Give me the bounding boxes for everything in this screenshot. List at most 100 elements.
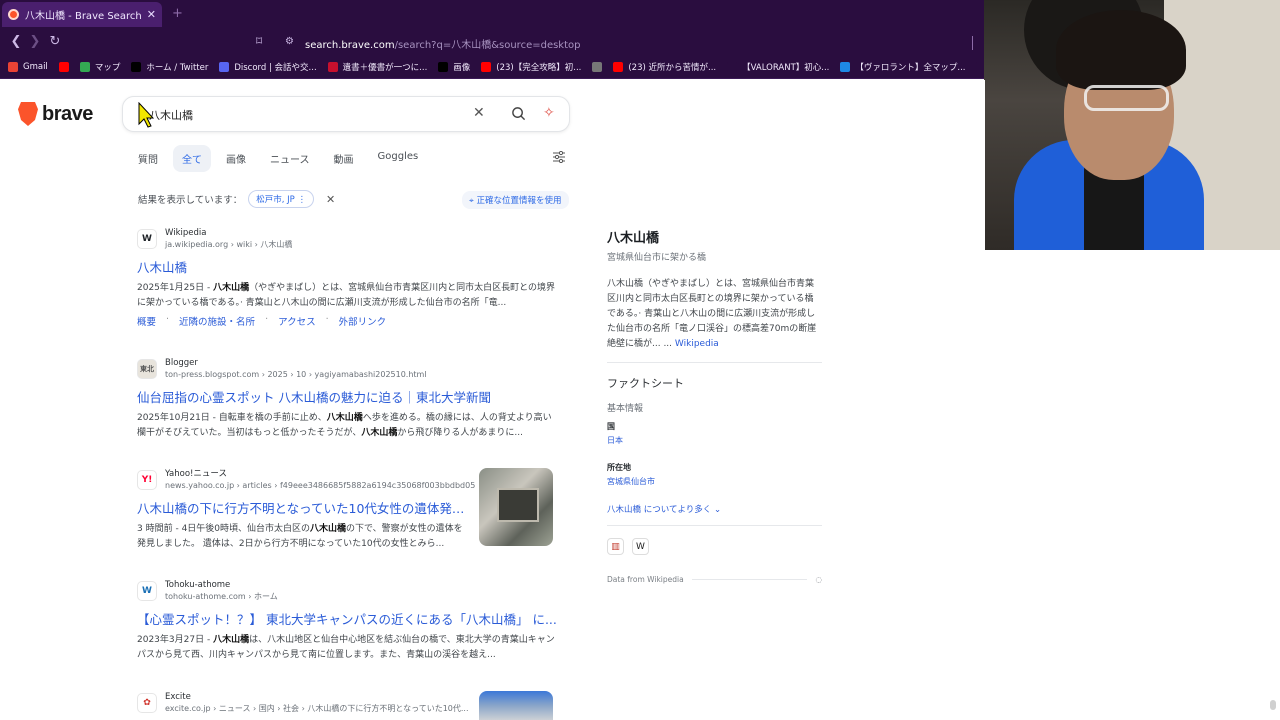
tab-1[interactable]: 全て — [173, 145, 211, 172]
kp-country-label: 国 — [607, 422, 615, 431]
bookmark-item[interactable]: Gmail — [8, 61, 48, 72]
back-icon[interactable]: ❮ — [6, 34, 26, 49]
bookmark-item[interactable]: (23)【完全攻略】初... — [481, 61, 581, 73]
bookmark-item[interactable]: 画像 — [438, 61, 470, 73]
sitelink[interactable]: アクセス — [278, 314, 316, 328]
bookmark-favicon-icon — [613, 61, 624, 72]
new-tab-icon[interactable]: + — [172, 6, 183, 21]
result-title[interactable]: 八木山橋 — [137, 257, 557, 276]
knowledge-panel: 八木山橋 宮城県仙台市に架かる橋 八木山橋（やぎやまばし）とは、宮城県仙台市青葉… — [607, 227, 822, 584]
tab-4[interactable]: 動画 — [325, 145, 363, 172]
thumbnail-plaque — [497, 488, 539, 522]
kp-subtitle: 宮城県仙台市に架かる橋 — [607, 253, 707, 263]
bookmark-item[interactable] — [58, 61, 69, 72]
search-input[interactable]: 八木山橋 ✕ ✧ — [122, 96, 570, 132]
bookmark-item[interactable]: 【ヴァロラント】全マップ... — [840, 61, 965, 73]
bookmark-item[interactable]: 遺書＋優書が一つに... — [327, 61, 427, 73]
search-query: 八木山橋 — [149, 109, 193, 122]
kp-description: 八木山橋（やぎやまばし）とは、宮城県仙台市青葉区川内と同市太白区長町との境界に架… — [607, 277, 822, 352]
result-item: 東北 Blogger ton-press.blogspot.com › 2025… — [137, 358, 557, 441]
brave-logo[interactable]: brave — [18, 102, 93, 126]
clear-search-icon[interactable]: ✕ — [473, 105, 485, 121]
bookmark-label: 【ヴァロラント】全マップ... — [855, 62, 966, 73]
bookmark-label: Gmail — [23, 61, 48, 72]
precise-location-button[interactable]: ⌖ 正確な位置情報を使用 — [462, 191, 569, 209]
tab-close-icon[interactable]: ✕ — [147, 8, 156, 21]
tab-3[interactable]: ニュース — [261, 145, 319, 172]
result-url[interactable]: ja.wikipedia.org › wiki › 八木山橋 — [165, 239, 292, 250]
bookmark-item[interactable]: 【VALORANT】初心... — [727, 61, 829, 73]
kp-location-label: 所在地 — [607, 463, 631, 472]
result-thumbnail[interactable] — [479, 691, 553, 720]
result-date: 3 時間前 - — [137, 524, 182, 534]
result-date: 2023年3月27日 - — [137, 635, 214, 645]
wikipedia-icon[interactable]: W — [632, 538, 649, 555]
bookmark-favicon-icon — [8, 61, 18, 72]
result-title[interactable]: 八木山橋の下に行方不明となっていた10代女性の遺体発見 ... — [137, 498, 467, 517]
result-title[interactable]: 【心霊スポット！？】 東北大学キャンパスの近くにある「八木山橋」 に... — [137, 609, 557, 628]
result-url[interactable]: news.yahoo.co.jp › articles › f49eee3486… — [165, 480, 475, 491]
result-site: Wikipedia — [165, 228, 207, 238]
tab-bar: 八木山橋 - Brave Search ✕ + — [0, 0, 985, 29]
url-path: /search?q=八木山橋&source=desktop — [394, 40, 581, 51]
result-url[interactable]: ton-press.blogspot.com › 2025 › 10 › yag… — [165, 369, 427, 380]
location-chip[interactable]: 松戸市, JP ⋮ — [248, 190, 314, 208]
bookmark-item[interactable]: (23) 近所から苦情が... — [613, 61, 716, 73]
location-prefix: 結果を表示しています： — [138, 195, 243, 206]
bookmarks-bar: Gmail マップ ホーム / Twitter Discord | 会話や交... 遺書… — [0, 55, 985, 79]
bookmark-item[interactable]: Discord | 会話や交... — [219, 61, 317, 73]
kp-location-value[interactable]: 宮城県仙台市 — [607, 476, 822, 487]
tab-5[interactable]: Goggles — [369, 145, 428, 172]
browser-tab[interactable]: 八木山橋 - Brave Search ✕ — [2, 2, 162, 27]
bookmark-icon[interactable]: ⌑ — [256, 34, 262, 48]
result-item: W Wikipedia ja.wikipedia.org › wiki › 八木… — [137, 228, 557, 328]
url-field[interactable]: search.brave.com/search?q=八木山橋&source=de… — [305, 36, 581, 51]
tab-0[interactable]: 質問 — [129, 145, 167, 172]
feedback-icon[interactable]: ◌ — [815, 575, 822, 584]
reload-icon[interactable]: ↻ — [45, 34, 65, 49]
sitelink[interactable]: 外部リンク — [339, 314, 387, 328]
library-icon[interactable]: ▥ — [607, 538, 624, 555]
forward-icon[interactable]: ❯ — [25, 34, 45, 49]
bookmark-item[interactable]: マップ — [79, 61, 120, 73]
filter-settings-icon[interactable] — [553, 151, 565, 163]
bookmark-item[interactable]: ホーム / Twitter — [131, 61, 208, 73]
kp-more-button[interactable]: 八木山橋 についてより多く ⌄ — [607, 503, 822, 515]
result-snippet: 2023年3月27日 - 八木山橋は、八木山地区と仙台中心地区を結ぶ仙台の橋で、… — [137, 633, 557, 663]
bookmark-label: 画像 — [453, 62, 471, 73]
location-chip-label: 松戸市, JP — [256, 195, 295, 205]
result-thumbnail[interactable] — [479, 468, 553, 546]
result-site: Excite — [165, 692, 191, 702]
kp-factsheet-heading: ファクトシート — [607, 377, 684, 390]
result-sitelinks: 概要 · 近隣の施設・名所 · アクセス · 外部リンク — [137, 314, 557, 328]
result-url[interactable]: tohoku-athome.com › ホーム — [165, 591, 278, 602]
sitelink[interactable]: 概要 — [137, 314, 156, 328]
bookmark-label: ホーム / Twitter — [146, 62, 209, 73]
tab-title: 八木山橋 - Brave Search — [25, 11, 141, 22]
site-settings-icon[interactable]: ⚙ — [285, 36, 294, 47]
yahoo-icon: Y! — [137, 470, 157, 490]
location-clear-icon[interactable]: ✕ — [326, 193, 335, 206]
logo-text: brave — [42, 102, 93, 125]
search-icon[interactable] — [511, 106, 526, 121]
kp-basic-info: 基本情報 — [607, 404, 644, 414]
kp-source-row: Data from Wikipedia ◌ — [607, 575, 822, 584]
bookmark-favicon-icon — [58, 61, 69, 72]
result-title[interactable]: 仙台屈指の心霊スポット 八木山橋の魅力に迫る｜東北大学新聞 — [137, 387, 557, 406]
wordpress-icon: W — [137, 581, 157, 601]
kp-title: 八木山橋 — [607, 231, 660, 246]
kp-country-value[interactable]: 日本 — [607, 435, 822, 446]
result-site: Tohoku-athome — [165, 580, 231, 590]
page-scrollbar[interactable] — [1270, 700, 1276, 710]
tab-2[interactable]: 画像 — [217, 145, 255, 172]
bookmark-favicon-icon — [79, 61, 90, 72]
brave-favicon-icon — [8, 9, 19, 20]
result-url[interactable]: excite.co.jp › ニュース › 国内 › 社会 › 八木山橋の下に行… — [165, 703, 469, 714]
ai-assistant-icon[interactable]: ✧ — [543, 105, 555, 121]
bookmark-item[interactable] — [592, 61, 603, 72]
webcam-overlay — [984, 0, 1280, 250]
kp-wikipedia-link[interactable]: Wikipedia — [675, 339, 719, 349]
address-bar: ❮ ❯ ↻ ⌑ ⚙ search.brave.com/search?q=八木山橋… — [0, 29, 985, 55]
webcam-person-glasses — [1084, 85, 1169, 111]
sitelink[interactable]: 近隣の施設・名所 — [179, 314, 255, 328]
